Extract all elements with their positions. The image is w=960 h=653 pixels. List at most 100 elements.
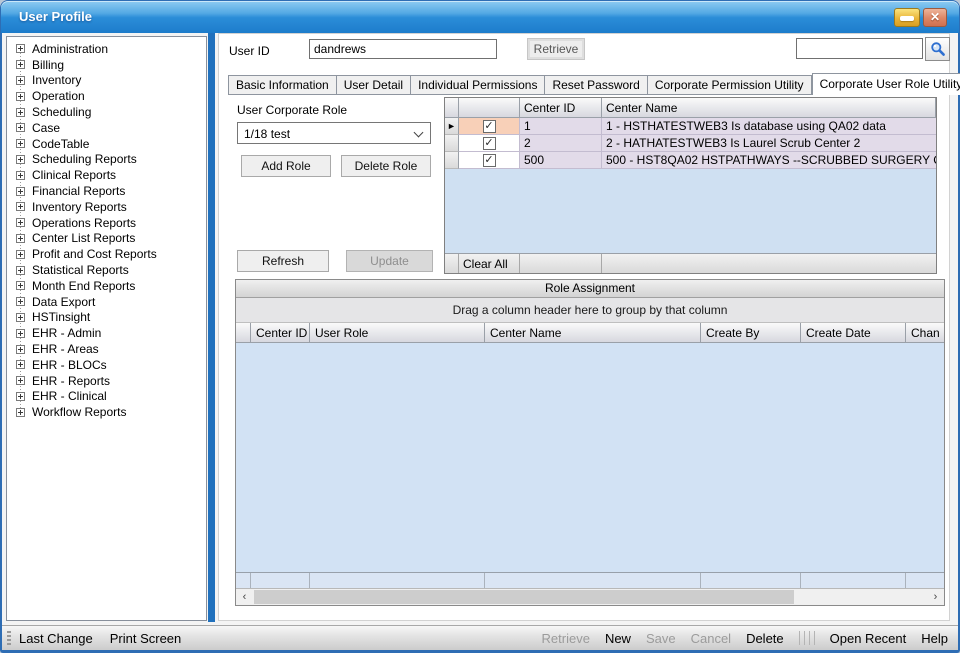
current-row-marker-icon: ► bbox=[445, 118, 459, 135]
tab-basic-information[interactable]: Basic Information bbox=[228, 75, 337, 95]
sidebar-item-ehr-admin[interactable]: EHR - Admin bbox=[7, 325, 206, 341]
sidebar-item-profit-cost-reports[interactable]: Profit and Cost Reports bbox=[7, 246, 206, 262]
help-button[interactable]: Help bbox=[921, 631, 948, 646]
checkbox-column-header[interactable] bbox=[459, 98, 520, 117]
sidebar-item-month-end-reports[interactable]: Month End Reports bbox=[7, 278, 206, 294]
expand-plus-icon[interactable] bbox=[16, 76, 25, 85]
user-id-input[interactable] bbox=[309, 39, 497, 59]
sidebar-item-label: CodeTable bbox=[32, 137, 89, 151]
new-button[interactable]: New bbox=[605, 631, 631, 646]
expand-plus-icon[interactable] bbox=[16, 171, 25, 180]
checkbox-cell[interactable]: ✓ bbox=[459, 118, 520, 135]
add-role-button[interactable]: Add Role bbox=[241, 155, 331, 177]
sidebar-item-ehr-clinical[interactable]: EHR - Clinical bbox=[7, 389, 206, 405]
table-row[interactable]: ✓ 500 500 - HST8QA02 HSTPATHWAYS --SCRUB… bbox=[445, 152, 936, 169]
change-column-header[interactable]: Chan bbox=[906, 323, 944, 342]
checkbox-cell[interactable]: ✓ bbox=[459, 152, 520, 169]
group-by-drop-area[interactable]: Drag a column header here to group by th… bbox=[236, 298, 944, 323]
last-change-button[interactable]: Last Change bbox=[19, 631, 93, 646]
expand-plus-icon[interactable] bbox=[16, 139, 25, 148]
expand-plus-icon[interactable] bbox=[16, 345, 25, 354]
user-role-column-header[interactable]: User Role bbox=[310, 323, 485, 342]
sidebar-item-scheduling-reports[interactable]: Scheduling Reports bbox=[7, 152, 206, 168]
scroll-right-arrow-icon[interactable]: › bbox=[927, 589, 944, 605]
expand-plus-icon[interactable] bbox=[16, 108, 25, 117]
sidebar-item-center-list-reports[interactable]: Center List Reports bbox=[7, 231, 206, 247]
sidebar-item-data-export[interactable]: Data Export bbox=[7, 294, 206, 310]
expand-plus-icon[interactable] bbox=[16, 376, 25, 385]
table-row[interactable]: ► ✓ 1 1 - HSTHATESTWEB3 Is database usin… bbox=[445, 118, 936, 135]
delete-role-button[interactable]: Delete Role bbox=[341, 155, 431, 177]
expand-plus-icon[interactable] bbox=[16, 187, 25, 196]
expand-plus-icon[interactable] bbox=[16, 218, 25, 227]
refresh-button[interactable]: Refresh bbox=[237, 250, 329, 272]
checkbox-cell[interactable]: ✓ bbox=[459, 135, 520, 152]
scrollbar-thumb[interactable] bbox=[254, 590, 794, 604]
expand-plus-icon[interactable] bbox=[16, 313, 25, 322]
expand-plus-icon[interactable] bbox=[16, 408, 25, 417]
expand-plus-icon[interactable] bbox=[16, 60, 25, 69]
checked-checkbox[interactable]: ✓ bbox=[483, 120, 496, 133]
create-date-column-header[interactable]: Create Date bbox=[801, 323, 906, 342]
sidebar-item-statistical-reports[interactable]: Statistical Reports bbox=[7, 262, 206, 278]
scroll-left-arrow-icon[interactable]: ‹ bbox=[236, 589, 253, 605]
center-id-column-header[interactable]: Center ID bbox=[251, 323, 310, 342]
search-input[interactable] bbox=[796, 38, 923, 59]
sidebar-item-ehr-blocs[interactable]: EHR - BLOCs bbox=[7, 357, 206, 373]
tab-corporate-user-role-utility[interactable]: Corporate User Role Utility bbox=[812, 73, 960, 95]
tab-individual-permissions[interactable]: Individual Permissions bbox=[411, 75, 545, 95]
search-button[interactable] bbox=[925, 37, 950, 61]
expand-plus-icon[interactable] bbox=[16, 392, 25, 401]
center-id-column-header[interactable]: Center ID bbox=[520, 98, 602, 117]
sidebar-item-inventory[interactable]: Inventory bbox=[7, 73, 206, 89]
expand-plus-icon[interactable] bbox=[16, 360, 25, 369]
sidebar-item-case[interactable]: Case bbox=[7, 120, 206, 136]
checked-checkbox[interactable]: ✓ bbox=[483, 154, 496, 167]
sidebar-item-ehr-reports[interactable]: EHR - Reports bbox=[7, 373, 206, 389]
user-corporate-role-select[interactable]: 1/18 test bbox=[237, 122, 431, 144]
sidebar-item-operations-reports[interactable]: Operations Reports bbox=[7, 215, 206, 231]
tab-reset-password[interactable]: Reset Password bbox=[545, 75, 647, 95]
expand-plus-icon[interactable] bbox=[16, 155, 25, 164]
expand-plus-icon[interactable] bbox=[16, 297, 25, 306]
sidebar-item-administration[interactable]: Administration bbox=[7, 41, 206, 57]
expand-plus-icon[interactable] bbox=[16, 123, 25, 132]
horizontal-scrollbar[interactable]: ‹ › bbox=[236, 588, 944, 605]
minimize-button[interactable] bbox=[894, 8, 920, 27]
footer-cell bbox=[602, 254, 936, 273]
center-name-column-header[interactable]: Center Name bbox=[485, 323, 701, 342]
expand-plus-icon[interactable] bbox=[16, 329, 25, 338]
sidebar-item-clinical-reports[interactable]: Clinical Reports bbox=[7, 167, 206, 183]
sidebar-item-codetable[interactable]: CodeTable bbox=[7, 136, 206, 152]
tab-corporate-permission-utility[interactable]: Corporate Permission Utility bbox=[648, 75, 812, 95]
expand-plus-icon[interactable] bbox=[16, 266, 25, 275]
close-button[interactable]: ✕ bbox=[923, 8, 947, 27]
sidebar-item-scheduling[interactable]: Scheduling bbox=[7, 104, 206, 120]
expand-plus-icon[interactable] bbox=[16, 281, 25, 290]
sidebar-item-workflow-reports[interactable]: Workflow Reports bbox=[7, 404, 206, 420]
expand-plus-icon[interactable] bbox=[16, 250, 25, 259]
sidebar-item-inventory-reports[interactable]: Inventory Reports bbox=[7, 199, 206, 215]
title-bar[interactable]: User Profile ✕ bbox=[1, 1, 959, 33]
sidebar-item-hstinsight[interactable]: HSTinsight bbox=[7, 310, 206, 326]
open-recent-button[interactable]: Open Recent bbox=[830, 631, 907, 646]
sidebar-item-billing[interactable]: Billing bbox=[7, 57, 206, 73]
retrieve-button[interactable]: Retrieve bbox=[527, 38, 585, 60]
search-icon bbox=[930, 41, 946, 57]
delete-button[interactable]: Delete bbox=[746, 631, 784, 646]
center-name-column-header[interactable]: Center Name bbox=[602, 98, 936, 117]
expand-plus-icon[interactable] bbox=[16, 202, 25, 211]
tab-user-detail[interactable]: User Detail bbox=[337, 75, 411, 95]
checked-checkbox[interactable]: ✓ bbox=[483, 137, 496, 150]
sidebar-item-operation[interactable]: Operation bbox=[7, 88, 206, 104]
print-screen-button[interactable]: Print Screen bbox=[110, 631, 182, 646]
sidebar-item-financial-reports[interactable]: Financial Reports bbox=[7, 183, 206, 199]
panel-splitter[interactable] bbox=[208, 33, 215, 622]
create-by-column-header[interactable]: Create By bbox=[701, 323, 801, 342]
expand-plus-icon[interactable] bbox=[16, 92, 25, 101]
clear-all-button[interactable]: Clear All bbox=[459, 254, 520, 273]
sidebar-item-ehr-areas[interactable]: EHR - Areas bbox=[7, 341, 206, 357]
expand-plus-icon[interactable] bbox=[16, 234, 25, 243]
expand-plus-icon[interactable] bbox=[16, 44, 25, 53]
table-row[interactable]: ✓ 2 2 - HATHATESTWEB3 Is Laurel Scrub Ce… bbox=[445, 135, 936, 152]
